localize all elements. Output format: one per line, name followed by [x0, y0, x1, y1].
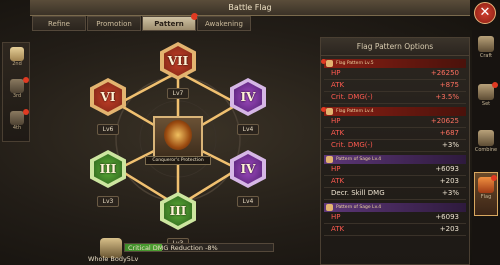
close-icon: ✕ — [479, 5, 491, 20]
menu-craft[interactable]: Craft — [474, 32, 498, 76]
option-header: Flag Pattern Lv.5 — [321, 59, 466, 68]
stat-row: Crit. DMG(-) +3% — [324, 140, 466, 152]
tab-pattern-label: Pattern — [154, 20, 184, 28]
tab-refine[interactable]: Refine — [32, 16, 86, 31]
flag-slot-label: 2nd — [12, 61, 22, 67]
pattern-node[interactable]: IV Lv4 — [226, 150, 270, 207]
node-level: Lv6 — [96, 124, 120, 135]
pattern-gem: VI — [90, 78, 126, 116]
node-level: Lv4 — [236, 196, 260, 207]
flag-pattern-icon — [326, 60, 333, 67]
tab-bar: Refine Promotion Pattern Awakening — [32, 13, 252, 32]
stat-row: HP +20625 — [324, 116, 466, 128]
node-level: Lv7 — [166, 88, 190, 99]
pattern-node[interactable]: VII Lv7 — [156, 42, 200, 99]
stat-row: Crit. DMG(-) +3.5% — [324, 92, 466, 104]
crit-reduction-text: Critical DMG Reduction -8% — [128, 244, 218, 252]
right-menu: Craft Set Combine Flag — [472, 30, 500, 265]
stat-row: Decr. Skill DMG +3% — [324, 188, 466, 200]
flag-slot-2nd[interactable]: 2nd — [6, 47, 28, 73]
ring-icon — [478, 130, 494, 146]
menu-combine[interactable]: Combine — [474, 126, 498, 170]
window-title: Battle Flag — [30, 0, 470, 16]
anvil-icon — [478, 36, 494, 52]
menu-flag[interactable]: Flag — [474, 172, 498, 216]
stat-row: ATK +875 — [324, 80, 466, 92]
flag-pattern-options-panel: Flag Pattern Options Flag Pattern Lv.5 H… — [320, 37, 470, 265]
notification-dot — [492, 82, 498, 88]
close-button[interactable]: ✕ — [474, 2, 496, 24]
whole-body-label: Whole Body5Lv — [88, 255, 139, 263]
pattern-gem: IV — [230, 150, 266, 188]
stat-row: HP +26250 — [324, 68, 466, 80]
option-group: Pattern of Sage Lv.4 HP +6093 ATK +203 Dec… — [324, 155, 466, 200]
notification-dot — [23, 109, 29, 115]
pattern-node[interactable]: VI Lv6 — [86, 78, 130, 135]
stat-row: HP +6093 — [324, 164, 466, 176]
option-header: Pattern of Sage Lv.4 — [324, 155, 466, 164]
option-header: Flag Pattern Lv.4 — [321, 107, 466, 116]
flag-slot-4th[interactable]: 4th — [6, 109, 29, 137]
flag-slot-label: 4th — [12, 125, 22, 131]
pattern-gem: IV — [230, 78, 266, 116]
option-header: Pattern of Sage Lv.4 — [324, 203, 466, 212]
node-level: Lv3 — [96, 196, 120, 207]
flag-slot-icon — [10, 47, 24, 61]
battle-flag-window: Battle Flag ✕ Refine Promotion Pattern A… — [0, 0, 500, 265]
option-group: Pattern of Sage Lv.4 HP +6093 ATK +203 — [324, 203, 466, 236]
menu-set[interactable]: Set — [474, 80, 498, 124]
whole-body-bonus: Critical DMG Reduction -8% Whole Body5Lv — [88, 238, 320, 263]
pattern-gem: III — [160, 192, 196, 230]
flag-slot-nav: 2nd 3rd 4th — [2, 42, 30, 142]
notification-dot — [23, 77, 29, 83]
option-group: Flag Pattern Lv.4 HP +20625 ATK +687 Crit.… — [321, 107, 466, 152]
pattern-node[interactable]: III Lv3 — [86, 150, 130, 207]
tab-promotion[interactable]: Promotion — [87, 16, 141, 31]
stat-row: HP +6093 — [324, 212, 466, 224]
flag-slot-label: 3rd — [12, 93, 22, 99]
flag-slot-icon — [10, 111, 24, 125]
node-level: Lv4 — [236, 124, 260, 135]
option-group: Flag Pattern Lv.5 HP +26250 ATK +875 Crit.… — [321, 59, 466, 104]
tab-awakening[interactable]: Awakening — [197, 16, 251, 31]
flag-pattern-icon — [326, 108, 333, 115]
pattern-gem: VII — [160, 42, 196, 80]
flag-slot-icon — [10, 79, 24, 93]
pattern-gem: III — [90, 150, 126, 188]
panel-title: Flag Pattern Options — [321, 38, 469, 56]
pattern-node[interactable]: IV Lv4 — [226, 78, 270, 135]
sage-pattern-icon — [326, 156, 333, 163]
center-emblem-label: Conqueror's Protection — [145, 156, 211, 165]
stat-row: ATK +687 — [324, 128, 466, 140]
stat-row: ATK +203 — [324, 176, 466, 188]
notification-dot — [491, 175, 497, 181]
stat-row: ATK +203 — [324, 224, 466, 236]
tab-pattern[interactable]: Pattern — [142, 13, 198, 31]
emblem-icon — [164, 120, 192, 150]
pattern-board: VII Lv7 VI Lv6 IV Lv4 III Lv3 IV Lv4 III… — [33, 34, 318, 249]
flag-slot-3rd[interactable]: 3rd — [6, 77, 29, 105]
sage-pattern-icon — [326, 204, 333, 211]
